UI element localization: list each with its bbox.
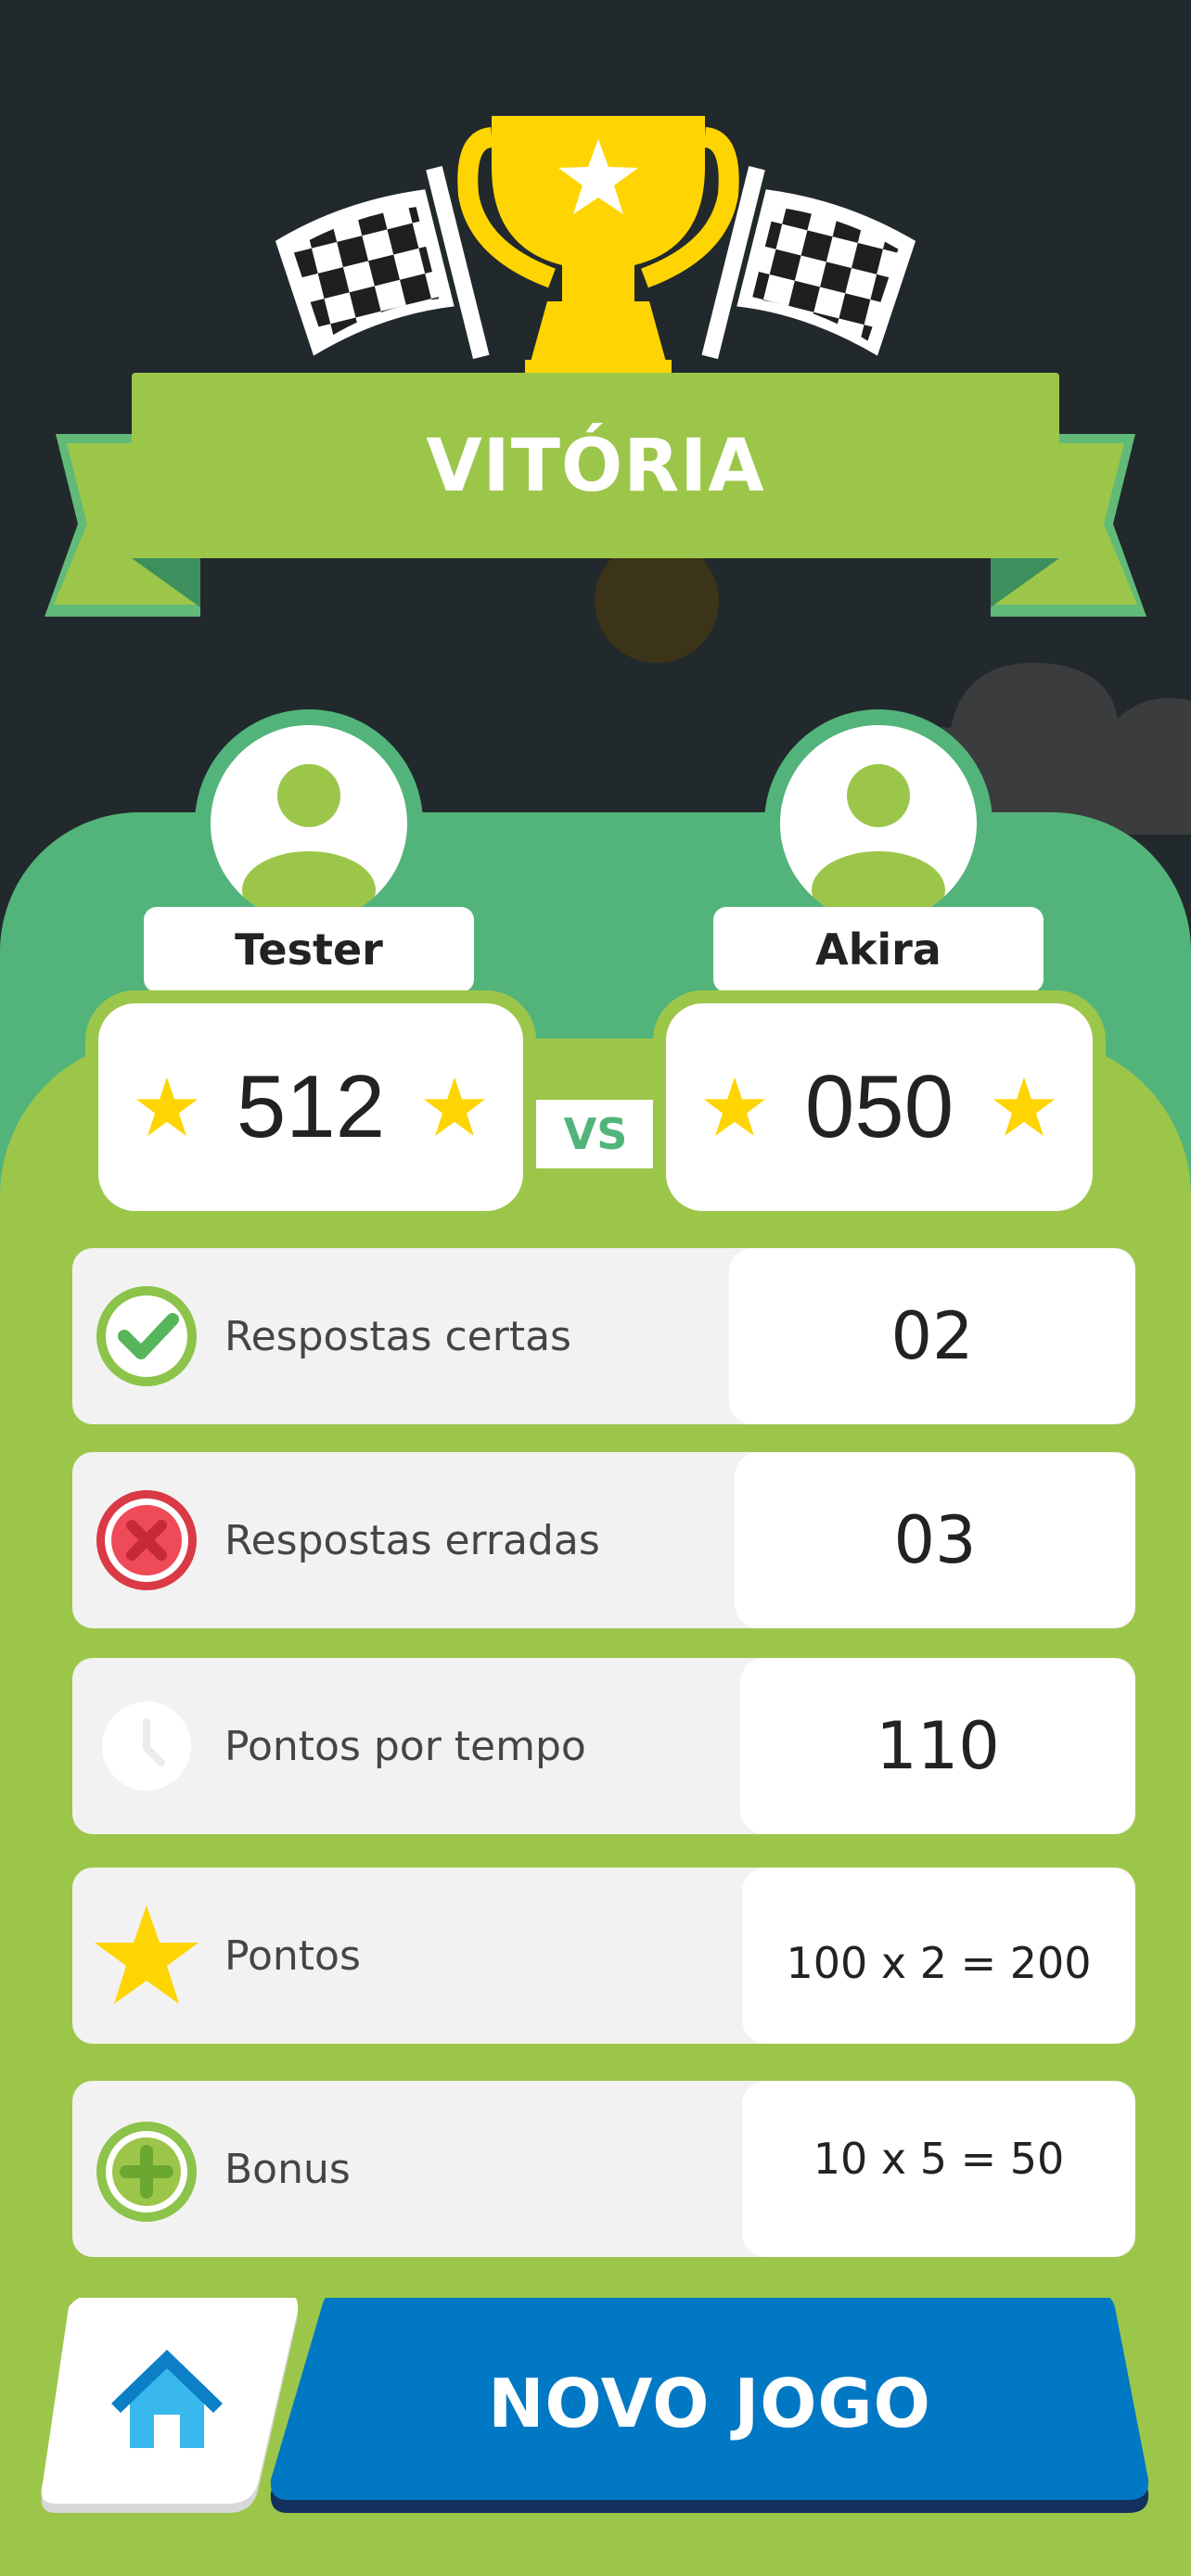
stat-value: 110	[740, 1658, 1135, 1834]
stat-value: 03	[735, 1452, 1135, 1628]
stat-row-time-points: Pontos por tempo 110	[72, 1658, 1135, 1834]
opponent-avatar	[764, 709, 992, 937]
player-score: 512	[236, 1057, 386, 1156]
star-icon	[703, 1077, 766, 1136]
star-icon	[95, 1906, 198, 2004]
opponent-name: Akira	[713, 907, 1044, 992]
trophy-icon	[457, 116, 739, 393]
opponent-score: 050	[804, 1057, 954, 1156]
stat-label: Pontos	[224, 1932, 361, 1980]
close-circle-icon	[96, 1490, 197, 1590]
stat-label: Pontos por tempo	[224, 1722, 586, 1770]
player-score-card: 512	[98, 1003, 523, 1211]
checkered-flag-left-icon	[275, 166, 490, 360]
player-name: Tester	[144, 907, 474, 992]
clock-icon	[102, 1702, 191, 1791]
stat-label: Bonus	[224, 2145, 351, 2193]
check-circle-icon	[96, 1286, 197, 1386]
star-icon	[423, 1077, 486, 1136]
home-button[interactable]	[37, 2298, 306, 2513]
page-title: VITÓRIA	[426, 425, 765, 508]
stat-row-correct-answers: Respostas certas 02	[72, 1248, 1135, 1424]
stat-row-bonus: Bonus 10 x 5 = 50	[72, 2081, 1135, 2257]
stat-value: 100 x 2 = 200	[742, 1868, 1135, 2044]
stat-value: 10 x 5 = 50	[742, 2081, 1135, 2257]
header-banner	[45, 116, 1146, 617]
stat-row-wrong-answers: Respostas erradas 03	[72, 1452, 1135, 1628]
star-icon	[992, 1077, 1056, 1136]
stat-label: Respostas erradas	[224, 1516, 600, 1564]
new-game-button[interactable]: NOVO JOGO	[269, 2298, 1150, 2509]
vs-label: VS	[536, 1100, 655, 1168]
user-icon	[242, 764, 376, 922]
stat-label: Respostas certas	[224, 1312, 571, 1360]
player-avatar	[195, 709, 423, 937]
plus-circle-icon	[96, 2122, 197, 2222]
star-icon	[135, 1077, 198, 1136]
stat-row-points: Pontos 100 x 2 = 200	[72, 1868, 1135, 2044]
opponent-score-card: 050	[666, 1003, 1093, 1211]
stat-value: 02	[729, 1248, 1135, 1424]
user-icon	[812, 764, 945, 922]
